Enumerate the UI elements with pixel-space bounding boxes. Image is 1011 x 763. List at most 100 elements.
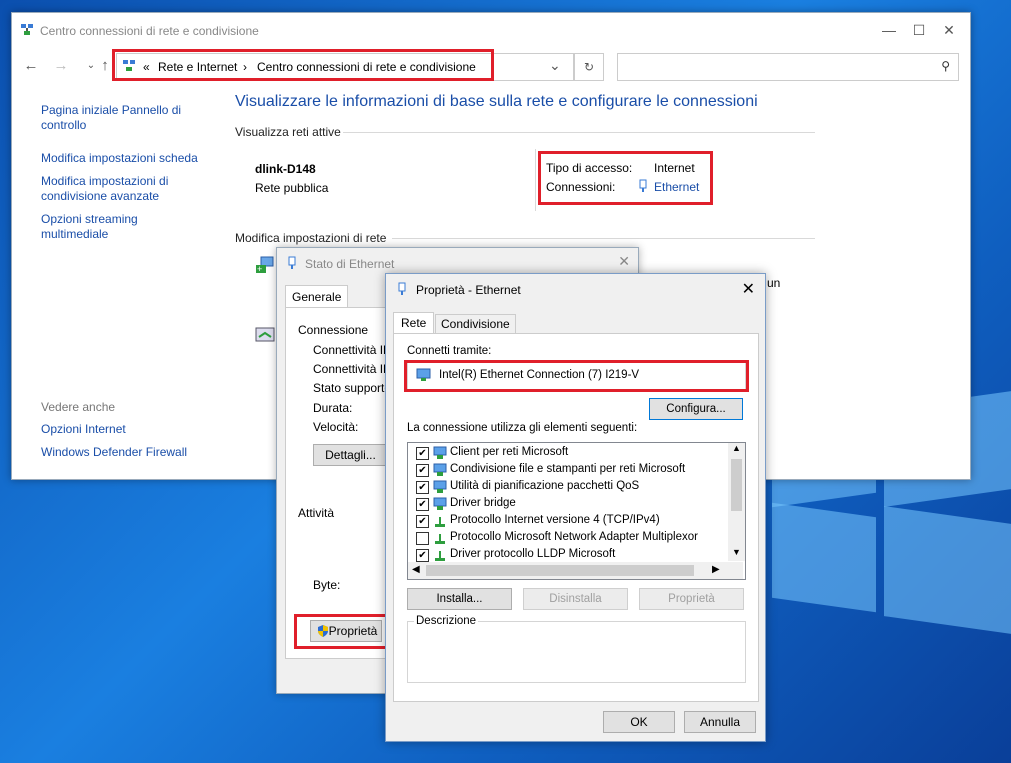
window-title: Centro connessioni di rete e condivision… bbox=[40, 24, 259, 38]
list-item[interactable]: ✔ Client per reti Microsoft bbox=[408, 445, 728, 462]
vertical-divider bbox=[535, 149, 536, 211]
highlight-box-connection-info bbox=[538, 151, 713, 205]
list-item-label: Driver protocollo LLDP Microsoft bbox=[450, 548, 616, 560]
service-icon bbox=[433, 463, 447, 476]
media-state-label: Stato supporto bbox=[313, 381, 392, 395]
sidebar-link-control-panel-home[interactable]: Pagina iniziale Pannello di controllo bbox=[41, 103, 201, 133]
scroll-thumb[interactable] bbox=[426, 565, 694, 576]
scroll-down-icon[interactable]: ▼ bbox=[732, 547, 741, 557]
checkbox-checked[interactable]: ✔ bbox=[416, 549, 429, 562]
protocol-icon bbox=[435, 551, 445, 561]
see-also-header: Vedere anche bbox=[41, 400, 116, 414]
speed-label: Velocità: bbox=[313, 420, 359, 434]
protocol-icon bbox=[435, 534, 445, 544]
install-button[interactable]: Installa... bbox=[407, 588, 512, 610]
close-button[interactable]: ✕ bbox=[618, 253, 630, 270]
duration-label: Durata: bbox=[313, 401, 353, 415]
highlight-box-address bbox=[112, 49, 494, 81]
description-label: Descrizione bbox=[414, 615, 479, 627]
svg-text:+: + bbox=[257, 264, 262, 274]
uninstall-button[interactable]: Disinstalla bbox=[523, 588, 628, 610]
scroll-up-icon[interactable]: ▲ bbox=[732, 443, 741, 453]
sidebar-link-firewall[interactable]: Windows Defender Firewall bbox=[41, 445, 201, 460]
network-name: dlink-D148 bbox=[255, 162, 316, 176]
details-button[interactable]: Dettagli... bbox=[313, 444, 388, 466]
bytes-label: Byte: bbox=[313, 578, 341, 592]
tab-rete[interactable]: Rete bbox=[393, 312, 435, 335]
page-title: Visualizzare le informazioni di base sul… bbox=[235, 93, 758, 110]
item-properties-button[interactable]: Proprietà bbox=[639, 588, 744, 610]
client-icon bbox=[433, 446, 447, 459]
address-dropdown-icon[interactable]: ⌄ bbox=[549, 57, 561, 74]
active-networks-label: Visualizza reti attive bbox=[235, 125, 341, 139]
maximize-button[interactable]: ☐ bbox=[904, 19, 934, 41]
windows-logo-pane bbox=[884, 506, 1011, 634]
partial-description-text: un bbox=[767, 276, 781, 290]
troubleshoot-icon[interactable] bbox=[255, 325, 277, 347]
scroll-thumb[interactable] bbox=[731, 459, 742, 511]
list-item-label: Driver bridge bbox=[450, 497, 516, 509]
checkbox-checked[interactable]: ✔ bbox=[416, 447, 429, 460]
ethernet-properties-dialog: Proprietà - Ethernet ✕ Rete Condivisione… bbox=[385, 273, 766, 742]
modify-settings-label: Modifica impostazioni di rete bbox=[235, 231, 387, 245]
list-item[interactable]: ✔ Utilità di pianificazione pacchetti Qo… bbox=[408, 479, 728, 496]
vertical-scrollbar[interactable]: ▲ ▼ bbox=[728, 443, 745, 561]
checkbox-unchecked[interactable] bbox=[416, 532, 429, 545]
tab-panel: Connessione Connettività IP Connettività… bbox=[285, 307, 396, 659]
ethernet-icon bbox=[398, 282, 406, 295]
list-item-label: Client per reti Microsoft bbox=[450, 446, 569, 458]
connection-header: Connessione bbox=[298, 323, 369, 337]
windows-logo-pane bbox=[772, 502, 876, 613]
list-item-label: Utilità di pianificazione pacchetti QoS bbox=[450, 480, 640, 492]
bridge-icon bbox=[433, 497, 447, 510]
sidebar-link-media-streaming[interactable]: Opzioni streaming multimediale bbox=[41, 212, 161, 242]
refresh-button[interactable]: ↻ bbox=[574, 53, 604, 81]
close-button[interactable]: ✕ bbox=[934, 19, 964, 41]
protocol-icon bbox=[435, 517, 445, 527]
description-group bbox=[407, 621, 746, 683]
forward-arrow-icon[interactable]: → bbox=[52, 57, 70, 75]
sidebar-link-advanced-sharing[interactable]: Modifica impostazioni di condivisione av… bbox=[41, 174, 191, 204]
sidebar-link-internet-options[interactable]: Opzioni Internet bbox=[41, 422, 201, 437]
sidebar-link-adapter-settings[interactable]: Modifica impostazioni scheda bbox=[41, 151, 201, 166]
search-icon: ⚲ bbox=[941, 59, 950, 73]
checkbox-checked[interactable]: ✔ bbox=[416, 498, 429, 511]
cancel-button[interactable]: Annulla bbox=[684, 711, 756, 733]
ok-button[interactable]: OK bbox=[603, 711, 675, 733]
scroll-right-icon[interactable]: ▶ bbox=[712, 564, 720, 575]
search-input[interactable]: ⚲ bbox=[617, 53, 959, 81]
components-listbox[interactable]: ✔ Client per reti Microsoft ✔ Condivisio… bbox=[407, 442, 746, 580]
dialog-title: Stato di Ethernet bbox=[305, 257, 395, 271]
minimize-button[interactable]: — bbox=[874, 19, 904, 41]
ip-connectivity-label: Connettività IP bbox=[313, 362, 392, 376]
highlight-box-adapter bbox=[404, 360, 749, 392]
divider bbox=[392, 238, 815, 239]
configure-button[interactable]: Configura... bbox=[649, 398, 743, 420]
title-bar: Centro connessioni di rete e condivision… bbox=[12, 13, 970, 49]
list-item[interactable]: ✔ Condivisione file e stampanti per reti… bbox=[408, 462, 728, 479]
highlight-box-properties bbox=[294, 614, 388, 649]
list-item[interactable]: ✔ Driver bridge bbox=[408, 496, 728, 513]
ethernet-icon bbox=[288, 256, 296, 269]
list-item-label: Condivisione file e stampanti per reti M… bbox=[450, 463, 686, 475]
connect-using-label: Connetti tramite: bbox=[407, 345, 492, 357]
back-arrow-icon[interactable]: ← bbox=[22, 57, 40, 75]
tab-generale[interactable]: Generale bbox=[285, 285, 349, 308]
tab-condivisione[interactable]: Condivisione bbox=[435, 314, 516, 333]
network-center-icon bbox=[21, 24, 33, 35]
divider bbox=[343, 132, 815, 133]
close-button[interactable]: ✕ bbox=[742, 279, 755, 299]
horizontal-scrollbar[interactable]: ◀ ▶ bbox=[408, 562, 743, 579]
list-item[interactable]: Protocollo Microsoft Network Adapter Mul… bbox=[408, 530, 728, 547]
new-connection-icon[interactable]: + bbox=[255, 255, 277, 277]
list-item-label: Protocollo Microsoft Network Adapter Mul… bbox=[450, 531, 698, 543]
list-item[interactable]: ✔ Protocollo Internet versione 4 (TCP/IP… bbox=[408, 513, 728, 530]
list-item-label: Protocollo Internet versione 4 (TCP/IPv4… bbox=[450, 514, 660, 526]
navigation-bar: ← → ⌄ ↑ « Rete e Internet › Centro conne… bbox=[12, 49, 970, 83]
ip-connectivity-label: Connettività IP bbox=[313, 343, 392, 357]
service-icon bbox=[433, 480, 447, 493]
scroll-left-icon[interactable]: ◀ bbox=[412, 564, 420, 575]
checkbox-checked[interactable]: ✔ bbox=[416, 464, 429, 477]
checkbox-checked[interactable]: ✔ bbox=[416, 481, 429, 494]
checkbox-checked[interactable]: ✔ bbox=[416, 515, 429, 528]
